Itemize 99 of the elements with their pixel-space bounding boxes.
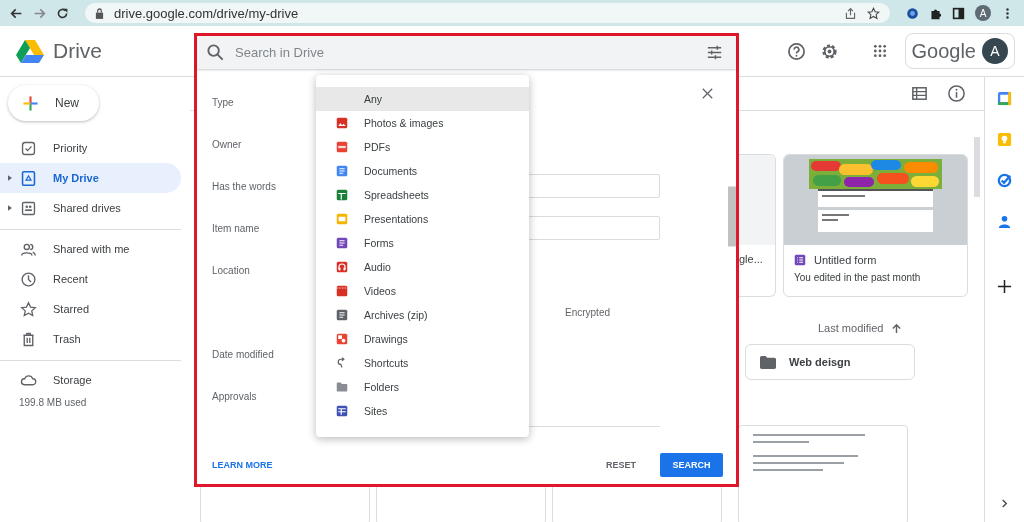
pdf-icon xyxy=(336,141,348,153)
menu-item[interactable]: Documents xyxy=(316,159,529,183)
list-view-icon[interactable] xyxy=(910,84,929,103)
sort-label[interactable]: Last modified xyxy=(818,322,884,334)
shortcut-icon xyxy=(336,357,348,369)
doc-icon xyxy=(336,165,348,177)
new-button[interactable]: New xyxy=(8,85,99,121)
site-icon xyxy=(336,405,348,417)
caret-icon[interactable] xyxy=(8,175,12,181)
menu-item[interactable]: Forms xyxy=(316,231,529,255)
add-icon[interactable] xyxy=(997,279,1012,294)
search-button[interactable]: SEARCH xyxy=(660,453,723,477)
file-card[interactable]: gle... xyxy=(739,154,776,297)
file-subtitle: You edited in the past month xyxy=(794,272,922,283)
profile-avatar[interactable]: A xyxy=(975,5,991,21)
clock-icon xyxy=(20,270,37,288)
chevron-right-icon[interactable] xyxy=(1000,499,1009,508)
folder-icon xyxy=(760,355,776,369)
menu-item[interactable]: Audio xyxy=(316,255,529,279)
document-thumbnail[interactable] xyxy=(738,425,908,522)
menu-item[interactable]: Drawings xyxy=(316,327,529,351)
sidebar-item[interactable]: Shared with me xyxy=(0,234,181,264)
menu-item[interactable]: Presentations xyxy=(316,207,529,231)
share-icon[interactable] xyxy=(844,6,857,20)
star-icon[interactable] xyxy=(867,6,880,20)
sidebar-item[interactable]: Recent xyxy=(0,264,181,294)
star-icon xyxy=(20,300,37,318)
lock-icon xyxy=(95,7,104,19)
settings-icon[interactable] xyxy=(819,41,839,61)
apps-icon[interactable] xyxy=(872,44,887,58)
menu-item[interactable]: Any xyxy=(316,87,529,111)
reload-icon[interactable] xyxy=(56,6,69,20)
field-label: Item name xyxy=(212,222,261,234)
app-name: Drive xyxy=(53,39,102,63)
video-icon xyxy=(336,285,348,297)
checkbox-icon xyxy=(20,139,37,157)
drawing-icon xyxy=(336,333,348,345)
filter-icon[interactable] xyxy=(705,43,724,62)
caret-icon[interactable] xyxy=(8,205,12,211)
side-panel-icon[interactable] xyxy=(952,6,965,20)
field-label: Type xyxy=(212,96,235,108)
form-icon xyxy=(794,254,806,266)
sidebar-item[interactable]: Priority xyxy=(0,133,181,163)
file-card[interactable]: Untitled form You edited in the past month xyxy=(783,154,968,297)
search-field[interactable]: Search in Drive xyxy=(235,45,695,60)
storage-link[interactable]: Storage xyxy=(53,374,92,386)
storage-usage: 199.8 MB used xyxy=(18,397,88,408)
address-bar[interactable]: drive.google.com/drive/my-drive xyxy=(85,3,890,23)
menu-item[interactable]: Shortcuts xyxy=(316,351,529,375)
account-switcher[interactable]: Google A xyxy=(904,33,1015,69)
trash-icon xyxy=(20,330,37,348)
folder-name: Web deisgn xyxy=(789,356,851,368)
drive-logo-icon xyxy=(16,39,44,63)
arrow-up-icon[interactable] xyxy=(891,322,903,334)
menu-item[interactable]: Folders xyxy=(316,375,529,399)
menu-item[interactable]: Archives (zip) xyxy=(316,303,529,327)
menu-item[interactable]: Sites xyxy=(316,399,529,423)
puzzle-icon[interactable] xyxy=(929,6,942,20)
sheet-icon xyxy=(336,189,348,201)
scrollbar-thumb[interactable] xyxy=(974,137,980,197)
menu-item[interactable]: Videos xyxy=(316,279,529,303)
plus-icon xyxy=(22,94,39,112)
menu-item[interactable]: PDFs xyxy=(316,135,529,159)
sidebar-item[interactable]: Shared drives xyxy=(0,193,181,223)
form-icon xyxy=(336,237,348,249)
image-icon xyxy=(336,117,348,129)
people-drive-icon xyxy=(20,199,37,217)
archive-icon xyxy=(336,309,348,321)
sidebar-item[interactable]: My Drive xyxy=(0,163,181,193)
drive-icon xyxy=(20,169,37,187)
forward-icon[interactable] xyxy=(33,6,46,20)
reset-button[interactable]: RESET xyxy=(606,456,636,474)
person-icon[interactable] xyxy=(997,214,1012,229)
menu-item[interactable]: Photos & images xyxy=(316,111,529,135)
sidebar-item[interactable]: Trash xyxy=(0,324,181,354)
field-label: Has the words xyxy=(212,180,277,192)
back-icon[interactable] xyxy=(10,6,23,20)
field-label: Owner xyxy=(212,138,243,150)
slides-icon xyxy=(336,213,348,225)
file-title: Untitled form xyxy=(814,254,877,266)
folder-card[interactable]: Web deisgn xyxy=(745,344,915,380)
field-label: Date modified xyxy=(212,348,275,360)
extension-icon[interactable] xyxy=(906,6,919,20)
learn-more-link[interactable]: LEARN MORE xyxy=(212,456,273,474)
folder-icon xyxy=(336,381,348,393)
help-icon[interactable] xyxy=(786,41,806,61)
check-circle-icon[interactable] xyxy=(997,173,1012,188)
field-label: Approvals xyxy=(212,390,258,402)
audio-icon xyxy=(336,261,348,273)
calendar-icon[interactable] xyxy=(997,91,1012,106)
search-icon[interactable] xyxy=(206,43,225,62)
search-bar[interactable]: Search in Drive xyxy=(197,36,736,69)
field-label: Location xyxy=(212,264,251,276)
info-icon[interactable] xyxy=(947,84,966,103)
option-label[interactable]: Encrypted xyxy=(565,306,611,318)
sidebar-item[interactable]: Starred xyxy=(0,294,181,324)
menu-item[interactable]: Spreadsheets xyxy=(316,183,529,207)
close-icon[interactable] xyxy=(702,88,713,99)
file-title: gle... xyxy=(739,253,763,265)
